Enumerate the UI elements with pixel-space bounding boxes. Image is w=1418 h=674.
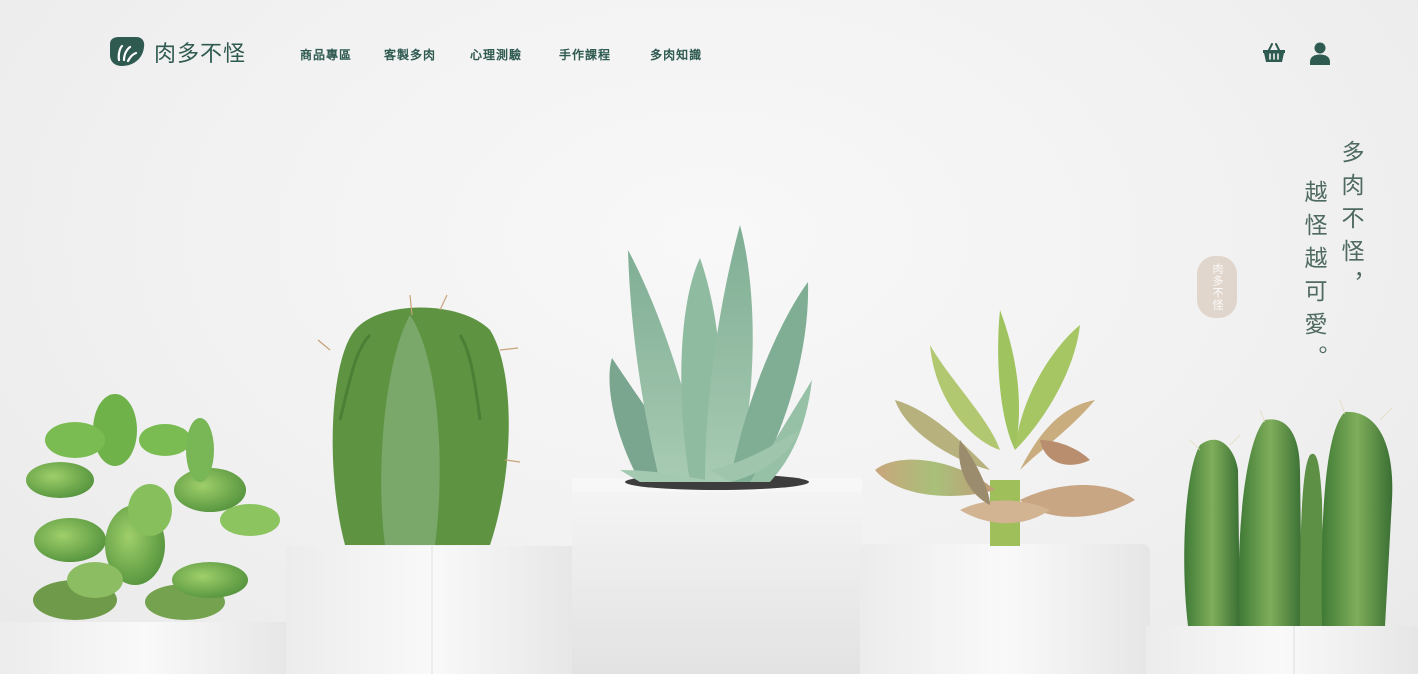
slogan-line-2: 越怪越可愛。	[1300, 180, 1326, 378]
hero-slogan: 多肉不怪， 越怪越可愛。	[1140, 140, 1363, 378]
nav-item-custom-succulents[interactable]: 客製多肉	[384, 46, 436, 63]
nav-item-psychology-quiz[interactable]: 心理測驗	[470, 46, 522, 63]
main-nav: 商品專區 客製多肉 心理測驗 手作課程 多肉知識	[300, 46, 702, 63]
site-header: 肉多不怪 商品專區 客製多肉 心理測驗 手作課程 多肉知識	[0, 0, 1418, 110]
header-actions	[1262, 42, 1330, 65]
stamp-text: 肉多不怪	[1211, 263, 1224, 311]
nav-item-workshops[interactable]: 手作課程	[559, 46, 611, 63]
logo-text: 肉多不怪	[154, 42, 247, 67]
slogan-line-1: 多肉不怪，	[1337, 140, 1363, 305]
site-logo[interactable]: 肉多不怪	[108, 36, 246, 68]
brand-leaf-icon	[110, 37, 145, 66]
basket-icon[interactable]	[1262, 42, 1286, 64]
nav-item-products[interactable]: 商品專區	[300, 46, 352, 63]
user-icon[interactable]	[1310, 42, 1330, 65]
nav-item-succulent-knowledge[interactable]: 多肉知識	[650, 46, 702, 63]
slogan-stamp: 肉多不怪	[1197, 256, 1237, 318]
